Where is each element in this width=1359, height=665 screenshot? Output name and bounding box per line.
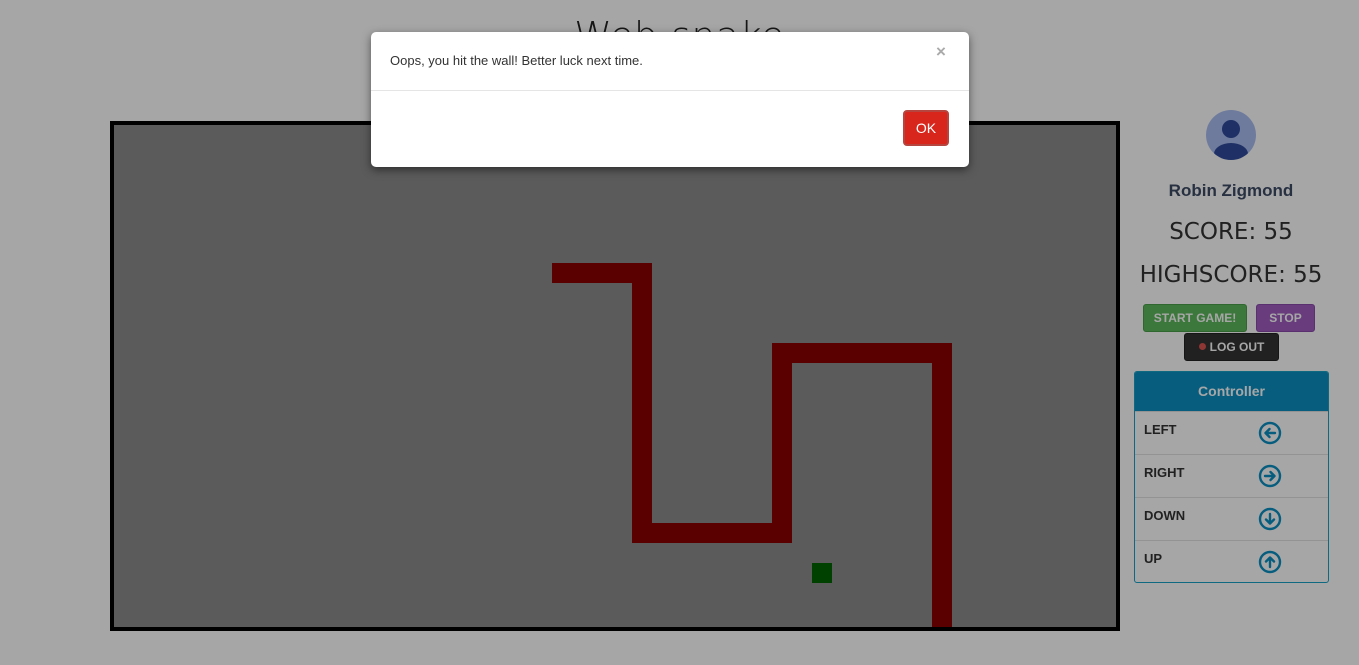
dialog-divider bbox=[371, 90, 969, 91]
dialog-message: Oops, you hit the wall! Better luck next… bbox=[390, 53, 643, 68]
ok-button[interactable]: OK bbox=[903, 110, 949, 146]
page: Web snake Robin Zigmond SCORE: 55 HIGHSC… bbox=[0, 0, 1359, 665]
game-over-dialog: Oops, you hit the wall! Better luck next… bbox=[371, 32, 969, 167]
close-icon[interactable]: × bbox=[936, 42, 946, 62]
